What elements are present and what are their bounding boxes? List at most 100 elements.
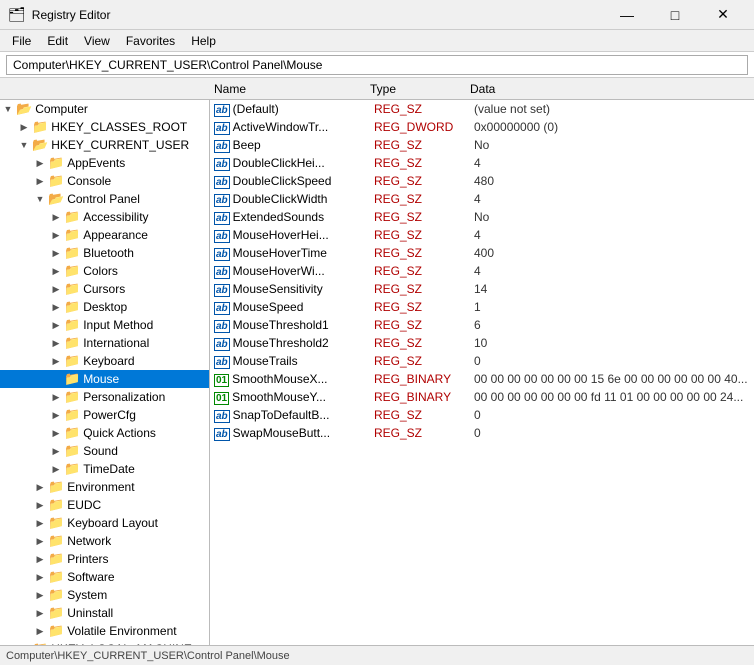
tree-item-sound[interactable]: ▶📁Sound bbox=[0, 442, 209, 460]
reg-entry-name: abExtendedSounds bbox=[210, 208, 370, 226]
table-row[interactable]: 01SmoothMouseY...REG_BINARY00 00 00 00 0… bbox=[210, 388, 754, 406]
tree-expander-icon: ▶ bbox=[32, 154, 48, 172]
tree-expander-icon: ▶ bbox=[32, 622, 48, 640]
tree-item-network[interactable]: ▶📁Network bbox=[0, 532, 209, 550]
menu-edit[interactable]: Edit bbox=[39, 32, 76, 50]
table-row[interactable]: abExtendedSoundsREG_SZNo bbox=[210, 208, 754, 226]
table-row[interactable]: abDoubleClickHei...REG_SZ4 bbox=[210, 154, 754, 172]
tree-item-uninstall[interactable]: ▶📁Uninstall bbox=[0, 604, 209, 622]
reg-type-icon: 01 bbox=[214, 374, 229, 387]
tree-item-international[interactable]: ▶📁International bbox=[0, 334, 209, 352]
status-bar: Computer\HKEY_CURRENT_USER\Control Panel… bbox=[0, 645, 754, 665]
table-row[interactable]: 01SmoothMouseX...REG_BINARY00 00 00 00 0… bbox=[210, 370, 754, 388]
table-row[interactable]: abDoubleClickWidthREG_SZ4 bbox=[210, 190, 754, 208]
reg-entry-name: abMouseSpeed bbox=[210, 298, 370, 316]
tree-expander-icon: ▶ bbox=[48, 244, 64, 262]
tree-item-keyboard_layout[interactable]: ▶📁Keyboard Layout bbox=[0, 514, 209, 532]
address-input[interactable] bbox=[6, 55, 748, 75]
tree-item-software[interactable]: ▶📁Software bbox=[0, 568, 209, 586]
table-row[interactable]: abActiveWindowTr...REG_DWORD0x00000000 (… bbox=[210, 118, 754, 136]
table-row[interactable]: abSwapMouseButt...REG_SZ0 bbox=[210, 424, 754, 442]
tree-panel[interactable]: ▼📂Computer▶📁HKEY_CLASSES_ROOT▼📂HKEY_CURR… bbox=[0, 100, 210, 645]
table-row[interactable]: abMouseThreshold1REG_SZ6 bbox=[210, 316, 754, 334]
tree-item-powercfg[interactable]: ▶📁PowerCfg bbox=[0, 406, 209, 424]
tree-item-console[interactable]: ▶📁Console bbox=[0, 172, 209, 190]
col-header-data: Data bbox=[470, 82, 754, 96]
tree-item-hkey_classes_root[interactable]: ▶📁HKEY_CLASSES_ROOT bbox=[0, 118, 209, 136]
tree-item-appevents[interactable]: ▶📁AppEvents bbox=[0, 154, 209, 172]
tree-item-computer[interactable]: ▼📂Computer bbox=[0, 100, 209, 118]
reg-entry-name: abDoubleClickWidth bbox=[210, 190, 370, 208]
reg-entry-data: 14 bbox=[470, 280, 754, 298]
table-row[interactable]: abMouseSensitivityREG_SZ14 bbox=[210, 280, 754, 298]
tree-expander-icon: ▶ bbox=[48, 226, 64, 244]
reg-entry-type: REG_SZ bbox=[370, 172, 470, 190]
table-row[interactable]: abMouseHoverTimeREG_SZ400 bbox=[210, 244, 754, 262]
table-row[interactable]: abMouseSpeedREG_SZ1 bbox=[210, 298, 754, 316]
reg-type-icon: ab bbox=[214, 266, 230, 279]
registry-table: ab(Default)REG_SZ(value not set)abActive… bbox=[210, 100, 754, 442]
table-row[interactable]: abMouseHoverWi...REG_SZ4 bbox=[210, 262, 754, 280]
folder-icon: 📁 bbox=[64, 245, 80, 261]
tree-item-label: Sound bbox=[83, 444, 118, 458]
reg-type-icon: ab bbox=[214, 122, 230, 135]
folder-icon: 📁 bbox=[64, 299, 80, 315]
table-row[interactable]: abSnapToDefaultB...REG_SZ0 bbox=[210, 406, 754, 424]
minimize-button[interactable]: — bbox=[604, 0, 650, 30]
menu-help[interactable]: Help bbox=[183, 32, 224, 50]
reg-entry-data: 0 bbox=[470, 352, 754, 370]
reg-entry-name: abSwapMouseButt... bbox=[210, 424, 370, 442]
folder-icon: 📁 bbox=[64, 425, 80, 441]
main-content: ▼📂Computer▶📁HKEY_CLASSES_ROOT▼📂HKEY_CURR… bbox=[0, 100, 754, 645]
tree-item-system[interactable]: ▶📁System bbox=[0, 586, 209, 604]
tree-item-hkey_current_user[interactable]: ▼📂HKEY_CURRENT_USER bbox=[0, 136, 209, 154]
tree-item-timedate[interactable]: ▶📁TimeDate bbox=[0, 460, 209, 478]
close-button[interactable]: ✕ bbox=[700, 0, 746, 30]
tree-item-printers[interactable]: ▶📁Printers bbox=[0, 550, 209, 568]
reg-entry-data: 4 bbox=[470, 154, 754, 172]
tree-item-keyboard[interactable]: ▶📁Keyboard bbox=[0, 352, 209, 370]
tree-expander-icon: ▶ bbox=[16, 118, 32, 136]
tree-item-control_panel[interactable]: ▼📂Control Panel bbox=[0, 190, 209, 208]
maximize-button[interactable]: □ bbox=[652, 0, 698, 30]
folder-icon: 📁 bbox=[64, 371, 80, 387]
menu-file[interactable]: File bbox=[4, 32, 39, 50]
reg-type-icon: ab bbox=[214, 212, 230, 225]
reg-entry-type: REG_SZ bbox=[370, 208, 470, 226]
table-row[interactable]: abMouseThreshold2REG_SZ10 bbox=[210, 334, 754, 352]
tree-item-accessibility[interactable]: ▶📁Accessibility bbox=[0, 208, 209, 226]
tree-item-mouse[interactable]: 📁Mouse bbox=[0, 370, 209, 388]
tree-item-quick_actions[interactable]: ▶📁Quick Actions bbox=[0, 424, 209, 442]
tree-item-eudc[interactable]: ▶📁EUDC bbox=[0, 496, 209, 514]
table-row[interactable]: abMouseHoverHei...REG_SZ4 bbox=[210, 226, 754, 244]
tree-item-bluetooth[interactable]: ▶📁Bluetooth bbox=[0, 244, 209, 262]
reg-entry-data: No bbox=[470, 136, 754, 154]
reg-entry-name: abMouseHoverTime bbox=[210, 244, 370, 262]
tree-item-cursors[interactable]: ▶📁Cursors bbox=[0, 280, 209, 298]
table-row[interactable]: abBeepREG_SZNo bbox=[210, 136, 754, 154]
menu-favorites[interactable]: Favorites bbox=[118, 32, 183, 50]
tree-item-environment[interactable]: ▶📁Environment bbox=[0, 478, 209, 496]
tree-expander-icon: ▶ bbox=[48, 442, 64, 460]
reg-entry-name: abMouseSensitivity bbox=[210, 280, 370, 298]
reg-entry-data: 00 00 00 00 00 00 00 15 6e 00 00 00 00 0… bbox=[470, 370, 754, 388]
tree-item-personalization[interactable]: ▶📁Personalization bbox=[0, 388, 209, 406]
tree-expander-icon: ▶ bbox=[32, 532, 48, 550]
tree-item-colors[interactable]: ▶📁Colors bbox=[0, 262, 209, 280]
tree-item-appearance[interactable]: ▶📁Appearance bbox=[0, 226, 209, 244]
tree-item-label: HKEY_CLASSES_ROOT bbox=[51, 120, 187, 134]
reg-entry-type: REG_SZ bbox=[370, 262, 470, 280]
tree-item-volatile_environment[interactable]: ▶📁Volatile Environment bbox=[0, 622, 209, 640]
table-row[interactable]: abMouseTrailsREG_SZ0 bbox=[210, 352, 754, 370]
tree-item-desktop[interactable]: ▶📁Desktop bbox=[0, 298, 209, 316]
table-row[interactable]: ab(Default)REG_SZ(value not set) bbox=[210, 100, 754, 118]
tree-item-label: TimeDate bbox=[83, 462, 135, 476]
table-row[interactable]: abDoubleClickSpeedREG_SZ480 bbox=[210, 172, 754, 190]
tree-expander-icon: ▶ bbox=[48, 208, 64, 226]
tree-expander-icon: ▶ bbox=[48, 316, 64, 334]
reg-entry-data: 4 bbox=[470, 190, 754, 208]
tree-item-input_method[interactable]: ▶📁Input Method bbox=[0, 316, 209, 334]
right-panel[interactable]: ab(Default)REG_SZ(value not set)abActive… bbox=[210, 100, 754, 645]
reg-entry-type: REG_SZ bbox=[370, 316, 470, 334]
menu-view[interactable]: View bbox=[76, 32, 118, 50]
